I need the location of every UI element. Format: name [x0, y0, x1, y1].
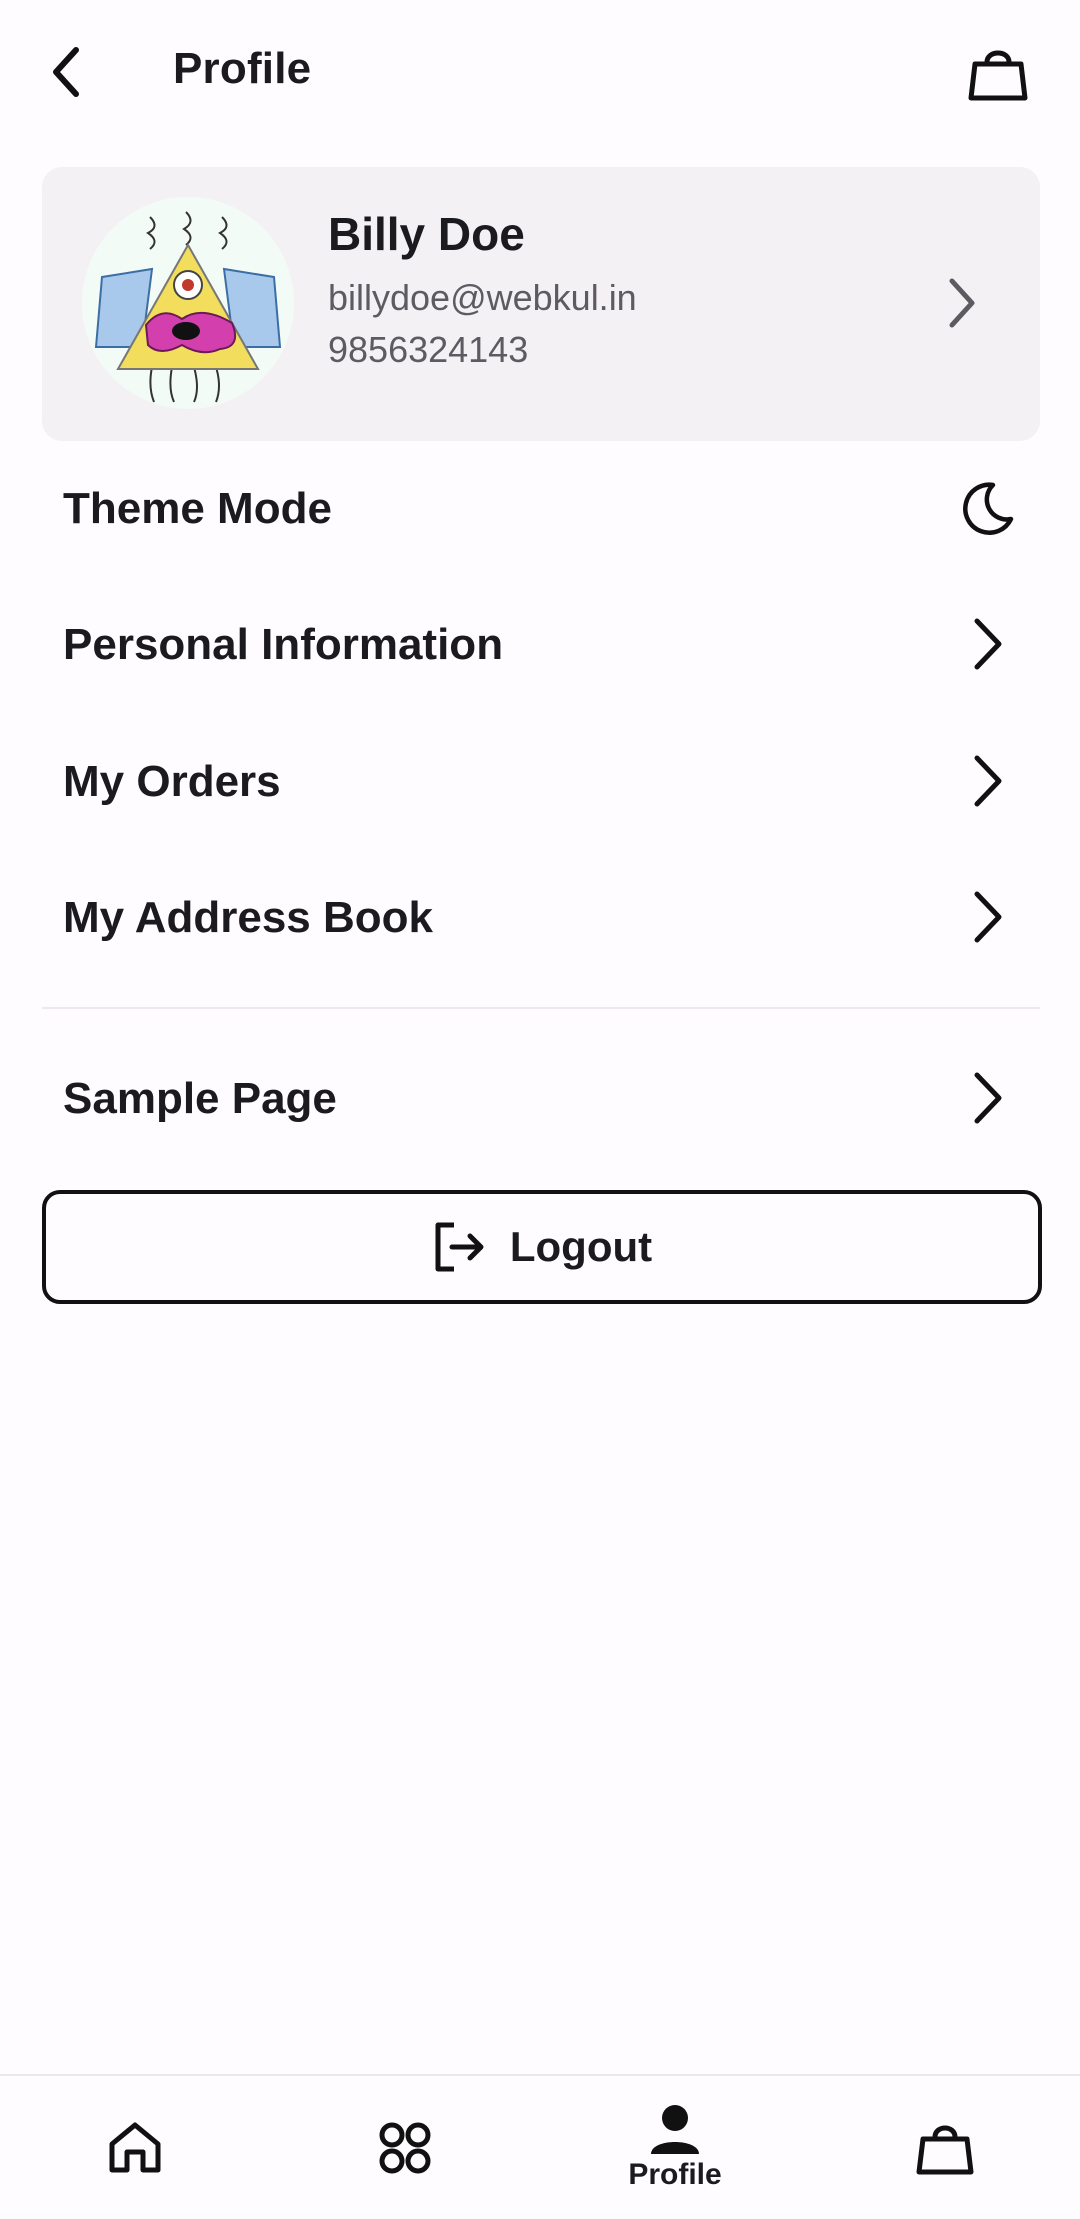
chevron-right-icon — [952, 1066, 1024, 1130]
home-icon — [109, 2122, 161, 2172]
cart-button[interactable] — [960, 38, 1036, 108]
divider — [42, 1007, 1040, 1009]
menu-item-my-address-book[interactable]: My Address Book — [0, 857, 1080, 977]
nav-profile-label: Profile — [628, 2157, 722, 2191]
chevron-right-icon — [952, 749, 1024, 813]
profile-card[interactable]: Billy Doe billydoe@webkul.in 9856324143 — [42, 167, 1040, 441]
chevron-right-icon — [952, 885, 1024, 949]
user-email: billydoe@webkul.in — [328, 277, 637, 318]
chevron-left-icon — [53, 47, 79, 97]
page-title: Profile — [173, 44, 312, 93]
logout-button[interactable]: Logout — [42, 1190, 1042, 1304]
shopping-bag-icon — [916, 2125, 974, 2174]
logout-icon — [435, 1222, 484, 1272]
menu-item-theme-mode[interactable]: Theme Mode — [0, 448, 1080, 568]
shopping-bag-icon — [968, 50, 1028, 101]
menu-item-sample-page[interactable]: Sample Page — [0, 1038, 1080, 1158]
nav-profile[interactable]: Profile — [540, 2076, 810, 2219]
back-button[interactable] — [38, 40, 94, 104]
user-name: Billy Doe — [328, 208, 525, 260]
menu-item-label: My Address Book — [63, 893, 434, 942]
chevron-right-icon — [942, 273, 982, 333]
person-icon — [651, 2104, 699, 2154]
moon-icon — [952, 476, 1024, 540]
menu-item-label: Personal Information — [63, 620, 504, 669]
logout-label: Logout — [509, 1223, 653, 1270]
chevron-right-icon — [952, 612, 1024, 676]
bottom-nav: Profile — [0, 2074, 1080, 2219]
avatar — [82, 197, 294, 409]
menu-item-label: My Orders — [63, 757, 281, 806]
menu-item-personal-information[interactable]: Personal Information — [0, 584, 1080, 704]
nav-cart[interactable] — [810, 2076, 1080, 2219]
user-phone: 9856324143 — [328, 329, 529, 370]
menu-item-label: Sample Page — [63, 1074, 337, 1123]
nav-categories[interactable] — [270, 2076, 540, 2219]
avatar-image — [94, 211, 282, 403]
nav-home[interactable] — [0, 2076, 270, 2219]
categories-icon — [379, 2122, 431, 2173]
menu-item-label: Theme Mode — [63, 484, 332, 533]
menu-item-my-orders[interactable]: My Orders — [0, 721, 1080, 841]
app-bar: Profile — [0, 0, 1080, 146]
